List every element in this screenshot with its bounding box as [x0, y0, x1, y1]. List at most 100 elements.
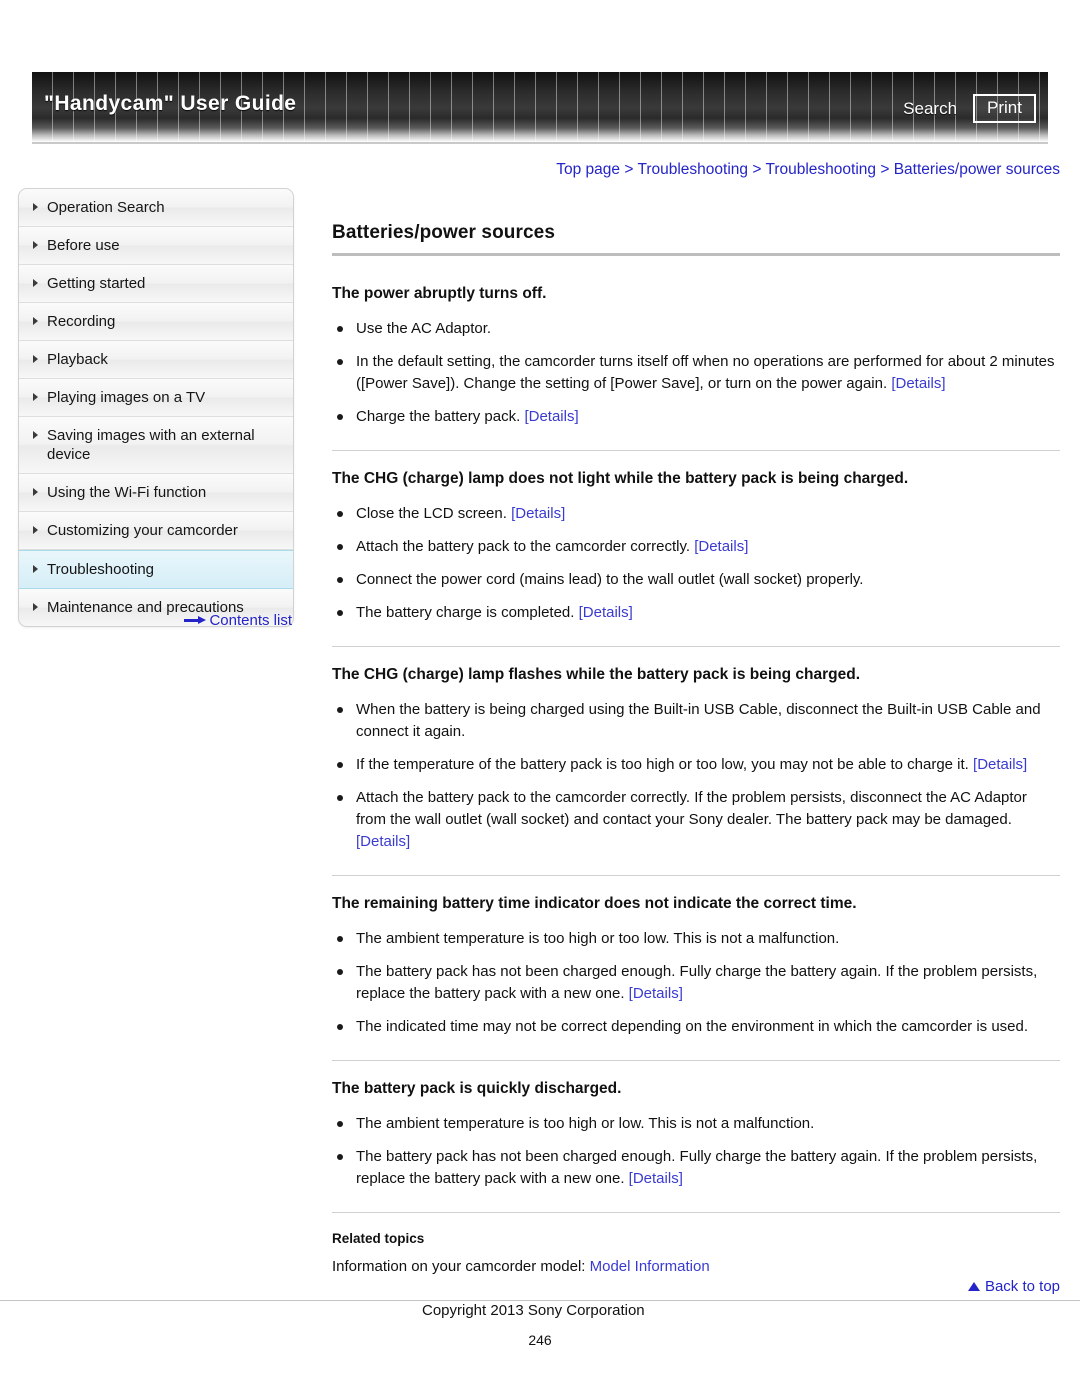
details-link[interactable]: [Details] [694, 538, 748, 555]
section-heading: The CHG (charge) lamp flashes while the … [332, 666, 860, 683]
triangle-right-icon [33, 431, 38, 439]
sidebar-item-label: Saving images with an external device [47, 427, 255, 463]
bullet-text: The battery pack has not been charged en… [356, 1148, 1038, 1187]
triangle-right-icon [33, 355, 38, 363]
troubleshooting-sections: The power abruptly turns off. Use the AC … [332, 284, 1060, 1190]
related-divider [332, 1212, 1060, 1213]
section-bullet-list: The ambient temperature is too high or l… [332, 1113, 1060, 1190]
bullet-text: Use the AC Adaptor. [356, 320, 492, 337]
arrow-right-icon [184, 616, 207, 624]
bullet-text: Connect the power cord (mains lead) to t… [356, 571, 864, 588]
site-header: "Handycam" User Guide Search Print [32, 72, 1048, 146]
section-bullet-list: When the battery is being charged using … [332, 699, 1060, 853]
search-button[interactable]: Search [903, 99, 957, 119]
main-content: Batteries/power sources The power abrupt… [332, 222, 1060, 1275]
section-heading: The power abruptly turns off. [332, 285, 547, 302]
sidebar-item-label: Playing images on a TV [47, 389, 206, 406]
breadcrumb-item-current: Batteries/power sources [893, 161, 1060, 178]
related-topics-title: Related topics [332, 1231, 425, 1246]
triangle-right-icon [33, 488, 38, 496]
contents-list-link[interactable]: Contents list [18, 612, 294, 629]
list-item: The battery charge is completed. [Detail… [332, 602, 1060, 624]
sidebar-item-recording[interactable]: Recording [19, 303, 293, 341]
details-link[interactable]: [Details] [524, 408, 578, 425]
details-link[interactable]: [Details] [891, 375, 945, 392]
triangle-right-icon [33, 603, 38, 611]
sidebar-item-troubleshooting[interactable]: Troubleshooting [19, 550, 293, 589]
sidebar-item-label: Playback [47, 351, 108, 368]
list-item: Close the LCD screen. [Details] [332, 503, 1060, 525]
section-divider [332, 1060, 1060, 1061]
related-topics-line: Information on your camcorder model: Mod… [332, 1258, 1060, 1275]
sidebar-item-using-the-wi-fi-function[interactable]: Using the Wi-Fi function [19, 474, 293, 512]
back-to-top-link[interactable]: Back to top [967, 1278, 1060, 1295]
title-underline [332, 253, 1060, 256]
page-title: Batteries/power sources [332, 222, 555, 243]
section-bullet-list: Close the LCD screen. [Details] Attach th… [332, 503, 1060, 624]
sidebar-nav: Operation Search Before use Getting starte… [18, 188, 294, 627]
list-item: Charge the battery pack. [Details] [332, 406, 1060, 428]
breadcrumb-separator: > [752, 161, 762, 178]
sidebar-item-playback[interactable]: Playback [19, 341, 293, 379]
copyright-text: Copyright 2013 Sony Corporation [422, 1302, 645, 1319]
bullet-text: Attach the battery pack to the camcorder… [356, 789, 1027, 828]
bullet-text: When the battery is being charged using … [356, 701, 1041, 740]
sidebar-item-operation-search[interactable]: Operation Search [19, 189, 293, 227]
breadcrumb-item-troubleshooting-2[interactable]: Troubleshooting [765, 161, 876, 178]
details-link[interactable]: [Details] [511, 505, 565, 522]
sidebar-item-label: Before use [47, 237, 120, 254]
section-heading: The remaining battery time indicator doe… [332, 895, 857, 912]
details-link[interactable]: [Details] [579, 604, 633, 621]
page-number: 246 [528, 1332, 552, 1348]
list-item: If the temperature of the battery pack i… [332, 754, 1060, 776]
section-heading: The CHG (charge) lamp does not light whi… [332, 470, 909, 487]
back-to-top-label: Back to top [984, 1278, 1060, 1295]
breadcrumb-separator: > [624, 161, 634, 178]
breadcrumb: Top page > Troubleshooting > Troubleshoo… [556, 161, 1060, 179]
sidebar-item-label: Recording [47, 313, 116, 330]
section-bullet-list: Use the AC Adaptor. In the default settin… [332, 318, 1060, 428]
sidebar-item-label: Troubleshooting [47, 561, 155, 578]
print-button[interactable]: Print [973, 94, 1036, 123]
sidebar-item-label: Operation Search [47, 199, 165, 216]
sidebar-item-saving-images-with-an-external-device[interactable]: Saving images with an external device [19, 417, 293, 474]
sidebar-item-getting-started[interactable]: Getting started [19, 265, 293, 303]
list-item: The battery pack has not been charged en… [332, 961, 1060, 1005]
breadcrumb-item-top-page[interactable]: Top page [556, 161, 620, 178]
details-link[interactable]: [Details] [629, 1170, 683, 1187]
breadcrumb-item-troubleshooting[interactable]: Troubleshooting [637, 161, 748, 178]
model-information-link[interactable]: Model Information [590, 1258, 710, 1275]
list-item: The ambient temperature is too high or t… [332, 928, 1060, 950]
sidebar-item-label: Using the Wi-Fi function [47, 484, 207, 501]
section-bullet-list: The ambient temperature is too high or t… [332, 928, 1060, 1038]
bullet-text: The indicated time may not be correct de… [356, 1018, 1029, 1035]
details-link[interactable]: [Details] [973, 756, 1027, 773]
section-divider [332, 646, 1060, 647]
sidebar-item-customizing-your-camcorder[interactable]: Customizing your camcorder [19, 512, 293, 550]
triangle-right-icon [33, 317, 38, 325]
list-item: Attach the battery pack to the camcorder… [332, 787, 1060, 853]
details-link[interactable]: [Details] [356, 833, 410, 850]
header-divider [32, 142, 1048, 144]
triangle-right-icon [33, 565, 38, 573]
section-divider [332, 450, 1060, 451]
list-item: Use the AC Adaptor. [332, 318, 1060, 340]
list-item: The battery pack has not been charged en… [332, 1146, 1060, 1190]
section-heading: The battery pack is quickly discharged. [332, 1080, 622, 1097]
list-item: The indicated time may not be correct de… [332, 1016, 1060, 1038]
bullet-text: Close the LCD screen. [356, 505, 512, 522]
triangle-right-icon [33, 526, 38, 534]
bullet-text: If the temperature of the battery pack i… [356, 756, 974, 773]
related-topics-prefix: Information on your camcorder model: [332, 1258, 590, 1275]
list-item: The ambient temperature is too high or l… [332, 1113, 1060, 1135]
header-bar: "Handycam" User Guide Search Print [32, 72, 1048, 142]
sidebar-item-label: Getting started [47, 275, 146, 292]
bullet-text: Attach the battery pack to the camcorder… [356, 538, 695, 555]
sidebar-item-label: Customizing your camcorder [47, 522, 238, 539]
sidebar-item-before-use[interactable]: Before use [19, 227, 293, 265]
details-link[interactable]: [Details] [629, 985, 683, 1002]
breadcrumb-separator: > [880, 161, 890, 178]
triangle-right-icon [33, 203, 38, 211]
triangle-right-icon [33, 393, 38, 401]
sidebar-item-playing-images-on-a-tv[interactable]: Playing images on a TV [19, 379, 293, 417]
